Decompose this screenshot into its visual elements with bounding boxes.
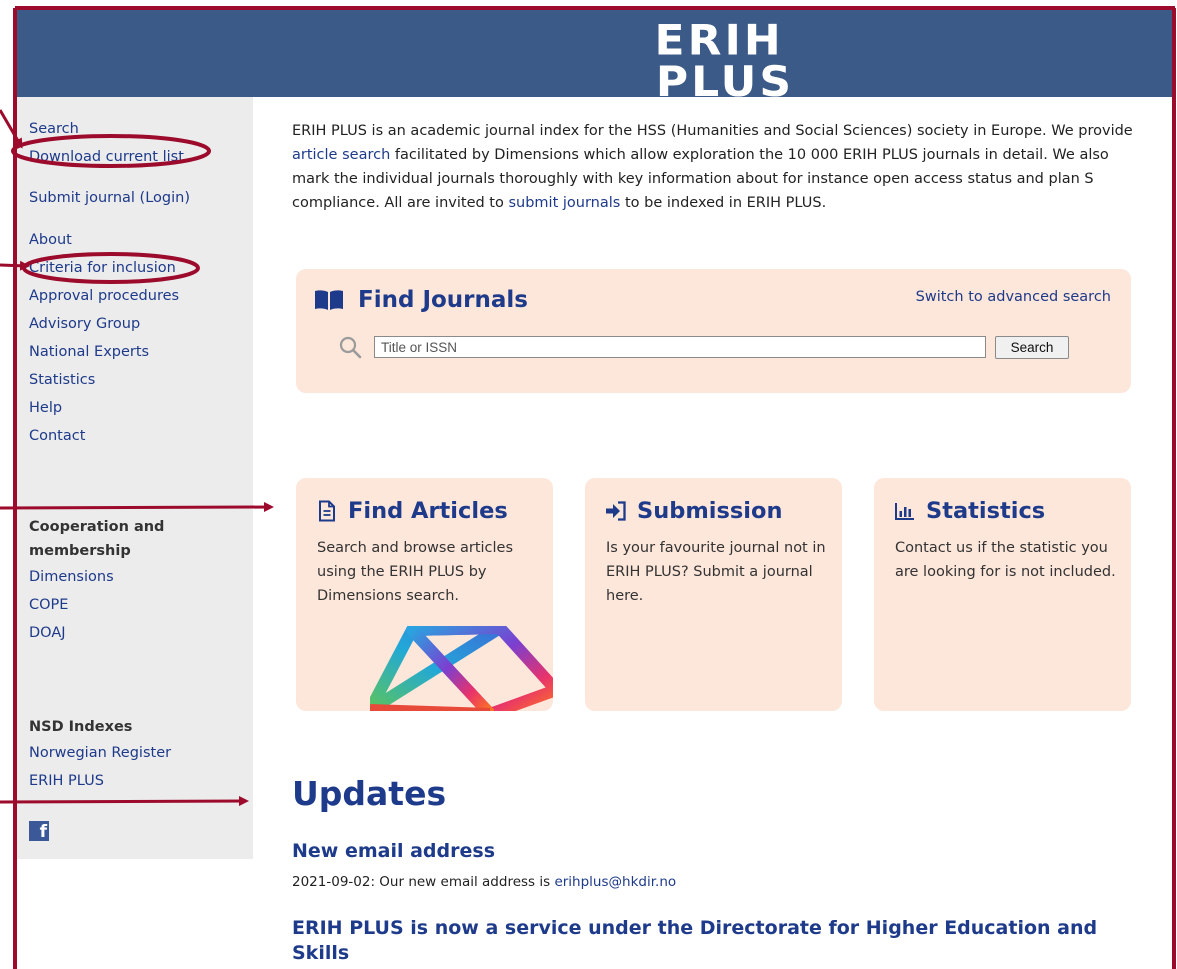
sidebar-group-cooperation: Cooperation and membership Dimensions CO…	[29, 515, 164, 647]
erih-plus-logo[interactable]: ERIH PLUS EUROPEAN REFERENCE INDEX FOR T…	[595, 18, 855, 128]
news-title-email[interactable]: New email address	[292, 840, 495, 862]
sidebar-group-info: About Criteria for inclusion Approval pr…	[29, 226, 179, 450]
statistics-card[interactable]: Statistics Contact us if the statistic y…	[874, 478, 1131, 711]
submission-text: Is your favourite journal not in ERIH PL…	[606, 540, 826, 604]
sidebar-item-norwegian-register[interactable]: Norwegian Register	[29, 739, 171, 767]
book-icon	[315, 290, 343, 310]
intro-paragraph: ERIH PLUS is an academic journal index f…	[292, 119, 1142, 215]
journal-search-input[interactable]	[374, 336, 986, 358]
news-body-email: 2021-09-02: Our new email address is eri…	[292, 874, 676, 890]
submission-label: Submission	[637, 498, 783, 524]
logo-tagline-1: EUROPEAN REFERENCE INDEX FOR THE	[629, 108, 821, 118]
facebook-icon[interactable]: f	[29, 821, 49, 842]
submit-journals-link[interactable]: submit journals	[508, 195, 620, 211]
sidebar-item-submit-journal[interactable]: Submit journal (Login)	[29, 184, 190, 212]
sidebar-item-about[interactable]: About	[29, 226, 179, 254]
statistics-title: Statistics	[894, 498, 1045, 524]
intro-text-3: to be indexed in ERIH PLUS.	[620, 195, 827, 211]
site-header: ERIH PLUS EUROPEAN REFERENCE INDEX FOR T…	[17, 10, 1174, 128]
submission-title: Submission	[605, 498, 782, 524]
search-button[interactable]: Search	[995, 336, 1069, 359]
logo-wordmark: ERIH PLUS	[654, 16, 796, 107]
sidebar-item-dimensions[interactable]: Dimensions	[29, 563, 164, 591]
news-body-prefix: 2021-09-02: Our new email address is	[292, 874, 555, 890]
search-icon	[339, 336, 362, 359]
sidebar-group-nsd: NSD Indexes Norwegian Register ERIH PLUS	[29, 715, 171, 795]
sidebar-item-download-list[interactable]: Download current list	[29, 143, 184, 171]
sidebar-item-statistics[interactable]: Statistics	[29, 366, 179, 394]
sidebar-item-cope[interactable]: COPE	[29, 591, 164, 619]
updates-heading: Updates	[292, 774, 447, 813]
sidebar-item-search[interactable]: Search	[29, 115, 184, 143]
dimensions-logo-art	[370, 626, 553, 711]
nsd-heading: NSD Indexes	[29, 719, 133, 735]
statistics-text: Contact us if the statistic you are look…	[895, 540, 1116, 580]
find-journals-panel: Find Journals Switch to advanced search …	[296, 269, 1131, 393]
sidebar-item-erih-plus[interactable]: ERIH PLUS	[29, 767, 171, 795]
sidebar-group-submit: Submit journal (Login)	[29, 184, 190, 212]
intro-text-1: ERIH PLUS is an academic journal index f…	[292, 123, 1133, 139]
sidebar-item-national-experts[interactable]: National Experts	[29, 338, 179, 366]
submission-card[interactable]: Submission Is your favourite journal not…	[585, 478, 842, 711]
statistics-label: Statistics	[926, 498, 1046, 524]
find-journals-label: Find Journals	[358, 287, 528, 313]
sidebar-item-doaj[interactable]: DOAJ	[29, 619, 164, 647]
find-articles-title: Find Articles	[316, 498, 508, 524]
find-journals-title: Find Journals	[314, 287, 528, 313]
sidebar-item-advisory-group[interactable]: Advisory Group	[29, 310, 179, 338]
document-icon	[319, 500, 335, 522]
bar-chart-icon	[895, 503, 914, 520]
sidebar-group-search: Search Download current list	[29, 115, 184, 171]
find-articles-card[interactable]: Find Articles Search and browse articles…	[296, 478, 553, 711]
find-articles-text: Search and browse articles using the ERI…	[317, 540, 514, 604]
sidebar-item-help[interactable]: Help	[29, 394, 179, 422]
email-link[interactable]: erihplus@hkdir.no	[554, 874, 676, 890]
cooperation-heading-2: membership	[29, 543, 131, 559]
sidebar-item-contact[interactable]: Contact	[29, 422, 179, 450]
cooperation-heading-1: Cooperation and	[29, 519, 165, 535]
find-articles-label: Find Articles	[348, 498, 508, 524]
advanced-search-link[interactable]: Switch to advanced search	[916, 289, 1111, 305]
sidebar: Search Download current list Submit jour…	[17, 97, 253, 859]
article-search-link[interactable]: article search	[292, 147, 390, 163]
sidebar-item-criteria[interactable]: Criteria for inclusion	[29, 254, 179, 282]
news-title-directorate[interactable]: ERIH PLUS is now a service under the Dir…	[292, 916, 1142, 966]
sidebar-item-approval[interactable]: Approval procedures	[29, 282, 179, 310]
sign-in-icon	[606, 501, 626, 521]
